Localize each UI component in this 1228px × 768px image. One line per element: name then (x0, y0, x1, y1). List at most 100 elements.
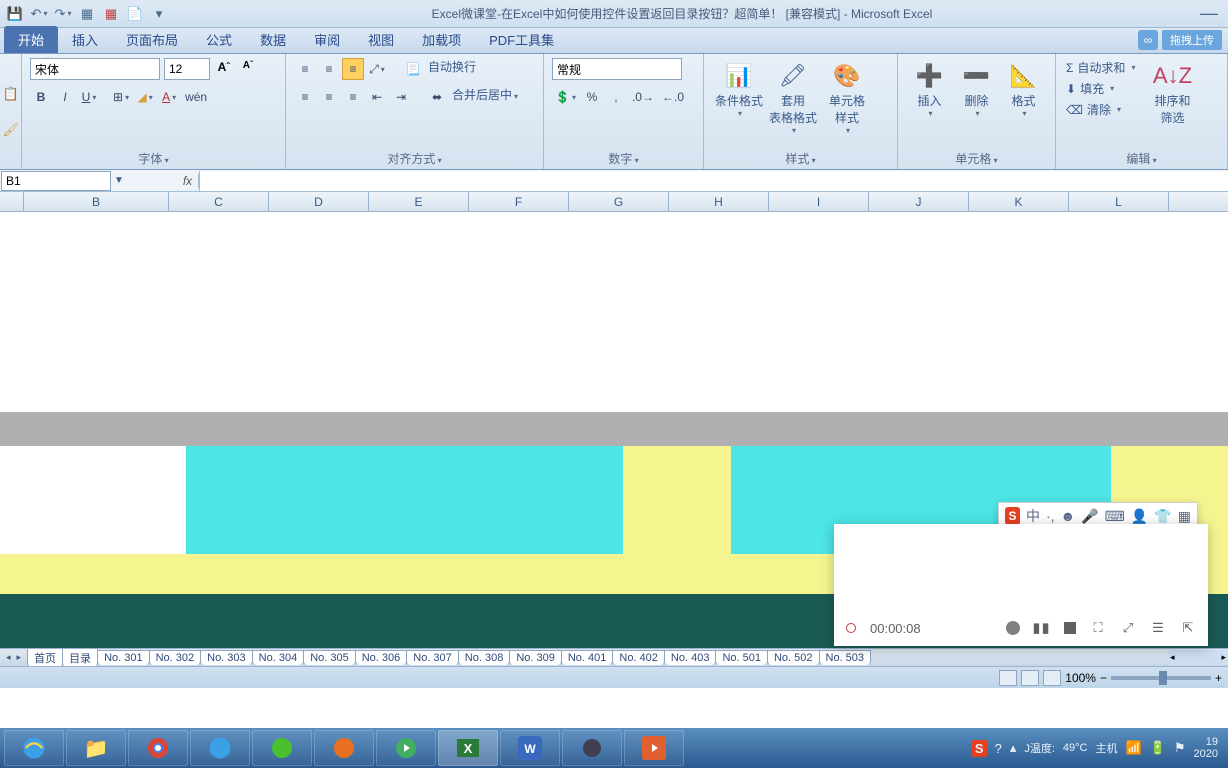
tab-insert[interactable]: 插入 (58, 26, 112, 53)
tab-layout[interactable]: 页面布局 (112, 26, 192, 53)
redo-button[interactable]: ↷ (52, 3, 74, 25)
ime-keyboard-icon[interactable]: ⌨ (1105, 508, 1125, 525)
sheet-tab[interactable]: No. 304 (252, 650, 305, 665)
minimize-button[interactable]: — (1194, 3, 1224, 24)
ime-mic-icon[interactable]: 🎤 (1081, 508, 1098, 525)
qat-btn-2[interactable]: ▦ (100, 3, 122, 25)
merge-button[interactable]: ⬌ (426, 86, 448, 108)
percent-button[interactable]: % (581, 86, 603, 108)
tab-home[interactable]: 开始 (4, 26, 58, 53)
tray-flag-icon[interactable]: ⚑ (1174, 740, 1186, 756)
autosum-button[interactable]: Σ自动求和 (1064, 58, 1137, 77)
ime-lang[interactable]: 中 (1026, 506, 1040, 526)
underline-button[interactable]: U (78, 86, 100, 108)
align-right-button[interactable]: ≡ (342, 86, 364, 108)
task-wps[interactable]: W (500, 730, 560, 766)
zoom-out-button[interactable]: − (1100, 671, 1107, 685)
qat-btn-1[interactable]: ▦ (76, 3, 98, 25)
task-explorer[interactable]: 📁 (66, 730, 126, 766)
comma-button[interactable]: , (605, 86, 627, 108)
tray-battery-icon[interactable]: 🔋 (1150, 740, 1166, 756)
task-app1[interactable] (562, 730, 622, 766)
sheet-tab[interactable]: No. 309 (509, 650, 562, 665)
tray-date[interactable]: 2020 (1194, 748, 1218, 760)
ime-skin-icon[interactable]: 👕 (1154, 508, 1171, 525)
tab-addins[interactable]: 加载项 (408, 26, 475, 53)
sheet-tab[interactable]: No. 302 (149, 650, 202, 665)
sheet-tab[interactable]: No. 501 (715, 650, 768, 665)
format-cell-button[interactable]: 📐 格式 (1000, 58, 1047, 148)
col-header[interactable]: G (569, 192, 669, 211)
pause-button[interactable]: ▮▮ (1034, 620, 1050, 636)
col-header[interactable]: I (769, 192, 869, 211)
view-break-button[interactable] (1043, 670, 1061, 686)
indent-inc-button[interactable]: ⇥ (390, 86, 412, 108)
tab-review[interactable]: 审阅 (300, 26, 354, 53)
col-header[interactable]: E (369, 192, 469, 211)
sheet-tab[interactable]: No. 402 (612, 650, 665, 665)
record-button[interactable] (1006, 621, 1020, 635)
tab-pdf[interactable]: PDF工具集 (475, 26, 568, 53)
sheet-tab[interactable]: No. 308 (458, 650, 511, 665)
col-header[interactable]: C (169, 192, 269, 211)
phonetic-button[interactable]: wén (182, 86, 210, 108)
align-center-button[interactable]: ≡ (318, 86, 340, 108)
col-header[interactable]: J (869, 192, 969, 211)
fill-color-button[interactable]: ◢ (134, 86, 156, 108)
tab-formula[interactable]: 公式 (192, 26, 246, 53)
exit-button[interactable]: ⇱ (1180, 620, 1196, 636)
zoom-slider[interactable] (1111, 676, 1211, 680)
font-color-button[interactable]: A (158, 86, 180, 108)
zoom-label[interactable]: 100% (1065, 671, 1096, 685)
tray-up-icon[interactable]: ▴ (1010, 740, 1017, 756)
tray-sogou-icon[interactable]: S (972, 740, 987, 757)
col-header[interactable]: L (1069, 192, 1169, 211)
task-ppt[interactable] (624, 730, 684, 766)
task-chrome[interactable] (128, 730, 188, 766)
tray-time[interactable]: 19 (1194, 736, 1218, 748)
task-player[interactable] (376, 730, 436, 766)
dec-decimal-button[interactable]: ←.0 (659, 86, 687, 108)
font-size-input[interactable] (164, 58, 210, 80)
align-top-button[interactable]: ≡ (294, 58, 316, 80)
table-format-button[interactable]: 🖍 套用 表格格式 (766, 58, 820, 148)
zoom-in-button[interactable]: + (1215, 671, 1222, 685)
upload-button[interactable]: 拖拽上传 (1162, 30, 1222, 50)
ime-grid-icon[interactable]: ▦ (1178, 508, 1191, 525)
name-box[interactable] (1, 171, 111, 191)
sheet-tab[interactable]: No. 307 (406, 650, 459, 665)
task-firefox[interactable] (314, 730, 374, 766)
sheet-tab[interactable]: No. 503 (819, 650, 872, 665)
bold-button[interactable]: B (30, 86, 52, 108)
sheet-tab[interactable]: No. 303 (200, 650, 253, 665)
tab-view[interactable]: 视图 (354, 26, 408, 53)
qat-more[interactable]: ▾ (148, 3, 170, 25)
task-excel[interactable]: X (438, 730, 498, 766)
align-middle-button[interactable]: ≡ (318, 58, 340, 80)
sheet-tab[interactable]: 首页 (27, 648, 63, 666)
italic-button[interactable]: I (54, 86, 76, 108)
stop-button[interactable] (1064, 622, 1076, 634)
ime-user-icon[interactable]: 👤 (1131, 508, 1148, 525)
formula-input[interactable] (199, 171, 1228, 191)
sheet-tab[interactable]: No. 306 (355, 650, 408, 665)
name-box-dropdown[interactable]: ▼ (111, 175, 127, 186)
sheet-tab[interactable]: No. 401 (561, 650, 614, 665)
fullscreen-button[interactable]: ⛶ (1090, 620, 1106, 636)
sheet-nav[interactable]: ◂▸ (4, 652, 23, 663)
tab-data[interactable]: 数据 (246, 26, 300, 53)
tray-host[interactable]: 主机 (1095, 740, 1117, 756)
tray-help-icon[interactable]: ? (995, 741, 1002, 756)
undo-button[interactable]: ↶ (28, 3, 50, 25)
screen-recorder[interactable]: 00:00:08 ▮▮ ⛶ ⤢ ☰ ⇱ (834, 524, 1208, 646)
sheet-tab[interactable]: No. 502 (767, 650, 820, 665)
tray-net-icon[interactable]: 📶 (1125, 740, 1141, 756)
task-360[interactable] (252, 730, 312, 766)
col-header[interactable]: F (469, 192, 569, 211)
sheet-tab[interactable]: No. 301 (97, 650, 150, 665)
inc-decimal-button[interactable]: .0→ (629, 86, 657, 108)
save-button[interactable]: 💾 (4, 3, 26, 25)
cloud-icon[interactable]: ∞ (1138, 30, 1158, 50)
col-header[interactable]: K (969, 192, 1069, 211)
expand-button[interactable]: ⤢ (1120, 620, 1136, 636)
